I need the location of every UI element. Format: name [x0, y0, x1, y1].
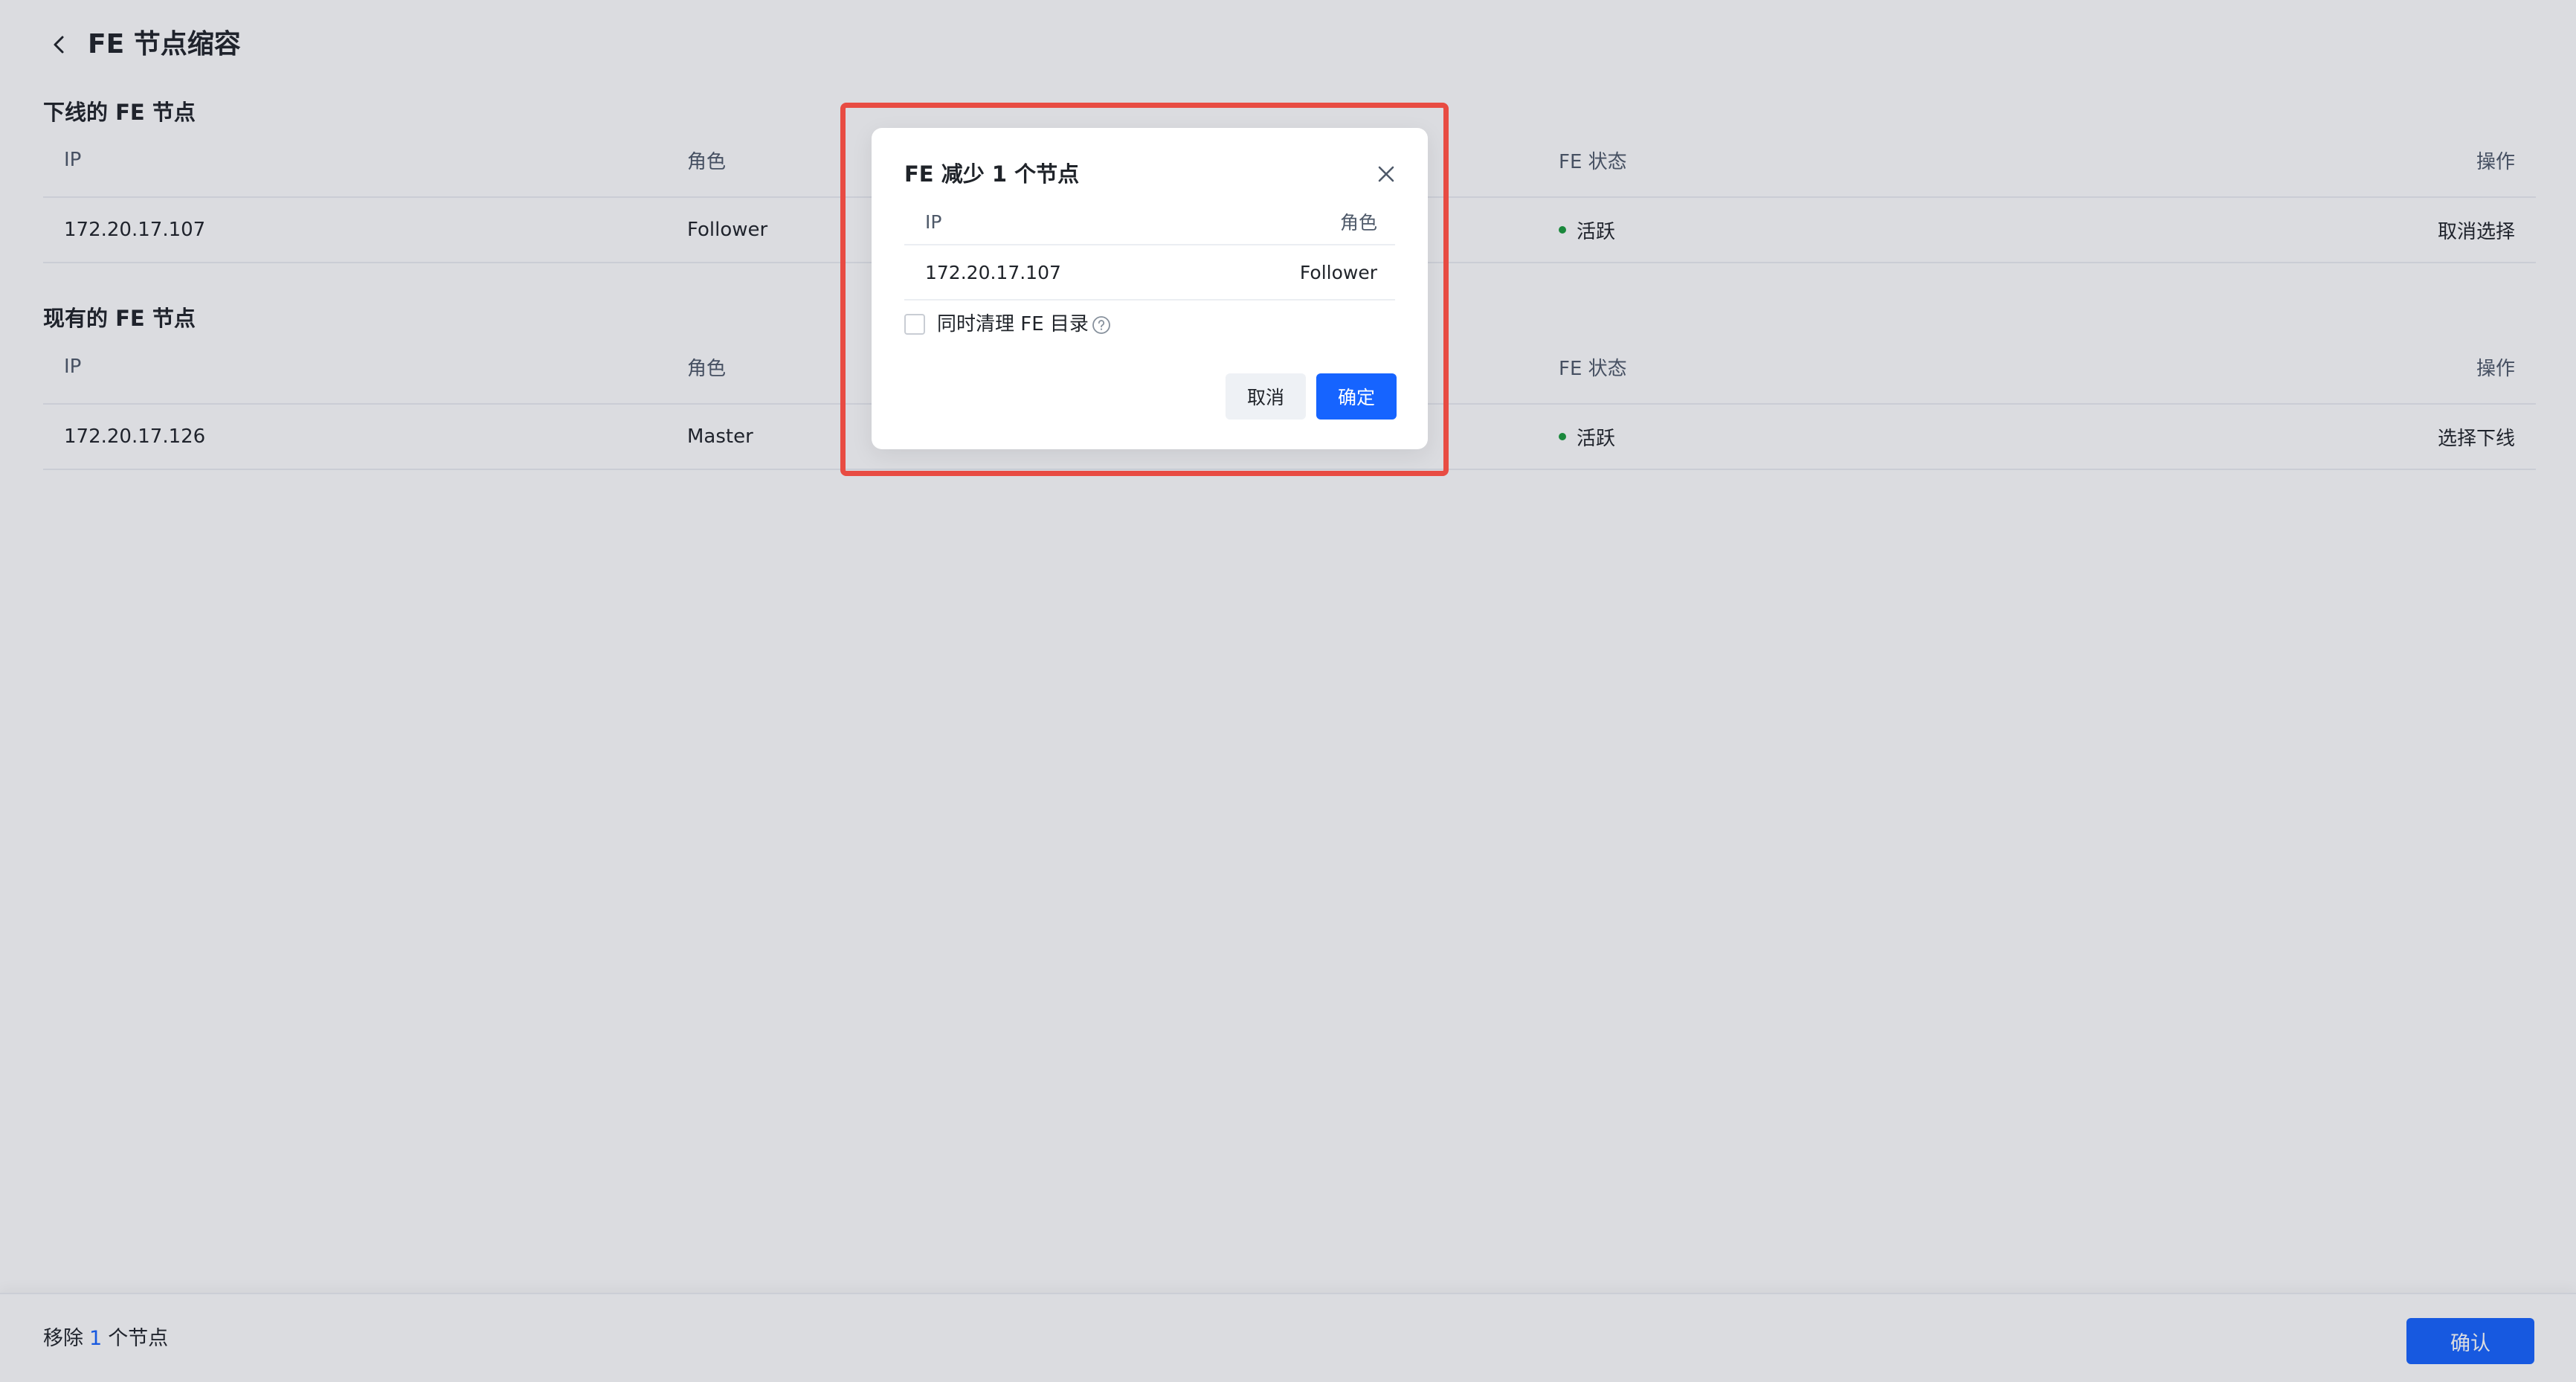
- clean-fe-dir-label[interactable]: 同时清理 FE 目录: [937, 311, 1089, 338]
- ip-cell: 172.20.17.107: [925, 261, 1061, 283]
- cancel-button[interactable]: 取消: [1226, 373, 1306, 420]
- dialog-nodes-table: IP 角色 172.20.17.107 Follower: [904, 199, 1395, 300]
- role-cell: Follower: [1299, 261, 1377, 283]
- dialog-title: FE 减少 1 个节点: [904, 161, 1080, 187]
- table-header-row: IP 角色: [904, 199, 1395, 245]
- column-header-role: 角色: [1339, 212, 1377, 234]
- clean-fe-dir-checkbox[interactable]: [904, 314, 925, 335]
- ok-button[interactable]: 确定: [1316, 373, 1397, 420]
- close-icon[interactable]: [1374, 162, 1398, 186]
- page: FE 节点缩容 下线的 FE 节点 IP 角色 FE 状态 操作 172.20.…: [0, 0, 2576, 1382]
- column-header-ip: IP: [925, 210, 942, 233]
- scale-in-dialog: FE 减少 1 个节点 IP 角色 172.20.17.107 Follower…: [872, 128, 1428, 449]
- table-row: 172.20.17.107 Follower: [904, 245, 1395, 300]
- help-circle-icon[interactable]: [1092, 315, 1111, 335]
